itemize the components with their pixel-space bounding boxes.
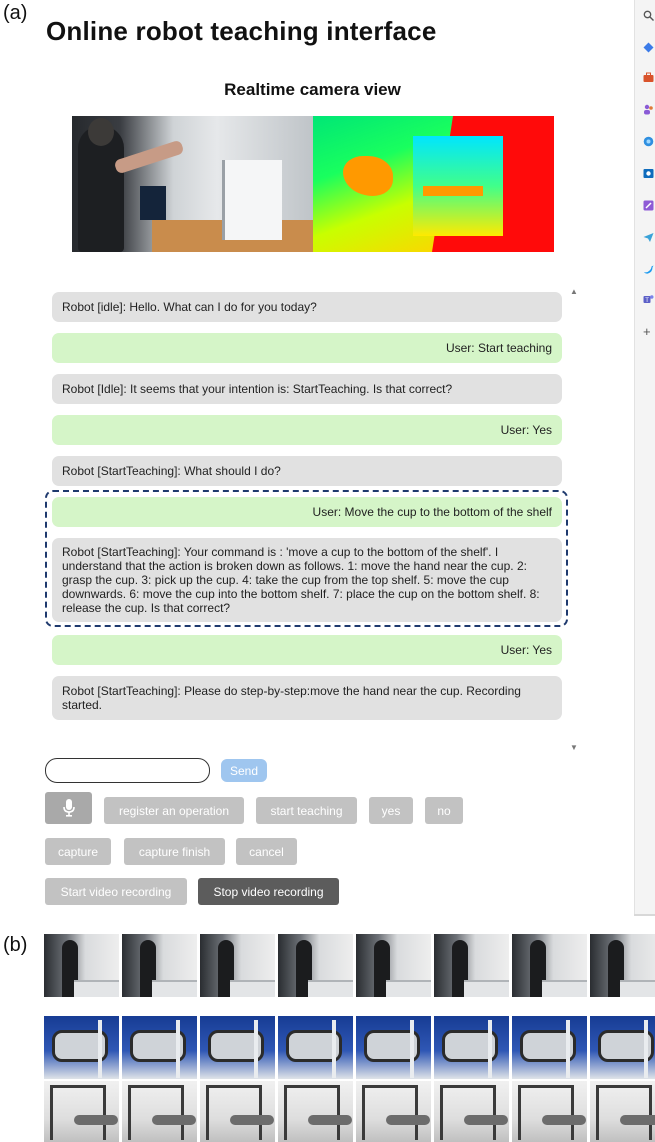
video-frame (278, 934, 353, 997)
video-frame (512, 1016, 587, 1079)
video-frame (44, 1016, 119, 1079)
rgb-camera-image (72, 116, 313, 252)
send-icon[interactable] (643, 232, 654, 243)
page-title: Online robot teaching interface (46, 16, 437, 46)
video-frame (590, 934, 655, 997)
search-icon[interactable] (643, 10, 654, 21)
panel-label-a: (a) (3, 2, 28, 24)
video-frame (356, 934, 431, 997)
outlook-icon[interactable] (643, 168, 654, 179)
video-frame (434, 1081, 509, 1142)
chat-message-robot: Robot [idle]: Hello. What can I do for y… (52, 292, 562, 322)
camera-view-title: Realtime camera view (224, 80, 401, 99)
people-icon[interactable] (643, 104, 654, 115)
diamond-icon[interactable] (643, 42, 654, 53)
robot-simulation-frames (44, 1016, 655, 1079)
chat-message-robot: Robot [Idle]: It seems that your intenti… (52, 374, 562, 404)
human-demonstration-frames (44, 934, 655, 997)
chat-message-user: User: Yes (52, 635, 562, 665)
microphone-icon (62, 799, 75, 817)
video-frame (200, 934, 275, 997)
panel-label-b: (b) (3, 934, 28, 956)
video-frame (356, 1016, 431, 1079)
svg-text:T: T (645, 298, 649, 304)
no-button[interactable]: no (425, 797, 463, 824)
stop-video-recording-button[interactable]: Stop video recording (198, 878, 339, 905)
yes-button[interactable]: yes (369, 797, 413, 824)
browser-sidebar: T + (634, 0, 655, 916)
video-frame (44, 934, 119, 997)
message-input[interactable] (45, 758, 210, 783)
video-frame (434, 934, 509, 997)
scroll-down-arrow-icon[interactable]: ▼ (570, 743, 578, 752)
capture-button[interactable]: capture (45, 838, 111, 865)
microphone-button[interactable] (45, 792, 92, 824)
realtime-camera-view (72, 116, 554, 252)
video-frame (200, 1081, 275, 1142)
start-video-recording-button[interactable]: Start video recording (45, 878, 187, 905)
video-frame (278, 1016, 353, 1079)
video-frame (44, 1081, 119, 1142)
capture-finish-button[interactable]: capture finish (124, 838, 225, 865)
video-frame (200, 1016, 275, 1079)
chat-message-user: User: Start teaching (52, 333, 562, 363)
depth-camera-image (313, 116, 554, 252)
video-frame (590, 1081, 655, 1142)
chat-message-user: User: Yes (52, 415, 562, 445)
highlight-dashed-box (45, 490, 568, 627)
register-operation-button[interactable]: register an operation (104, 797, 244, 824)
video-frame (434, 1016, 509, 1079)
video-frame (590, 1016, 655, 1079)
chat-message-robot: Robot [StartTeaching]: What should I do? (52, 456, 562, 486)
video-frame (122, 1081, 197, 1142)
video-frame (278, 1081, 353, 1142)
video-frame (512, 1081, 587, 1142)
plus-icon[interactable]: + (643, 325, 654, 338)
cancel-button[interactable]: cancel (236, 838, 297, 865)
video-frame (512, 934, 587, 997)
twitter-icon[interactable] (643, 264, 654, 275)
video-frame (122, 934, 197, 997)
teams-icon[interactable]: T (643, 294, 654, 305)
start-teaching-button[interactable]: start teaching (256, 797, 357, 824)
send-button[interactable]: Send (221, 759, 267, 782)
briefcase-icon[interactable] (643, 72, 654, 83)
sidebar-bottom-edge (634, 914, 655, 916)
video-frame (122, 1016, 197, 1079)
copilot-icon[interactable] (643, 136, 654, 147)
real-robot-frames (44, 1081, 655, 1142)
chat-message-robot: Robot [StartTeaching]: Please do step-by… (52, 676, 562, 720)
video-frame (356, 1081, 431, 1142)
edit-icon[interactable] (643, 200, 654, 211)
scroll-up-arrow-icon[interactable]: ▲ (570, 287, 578, 296)
